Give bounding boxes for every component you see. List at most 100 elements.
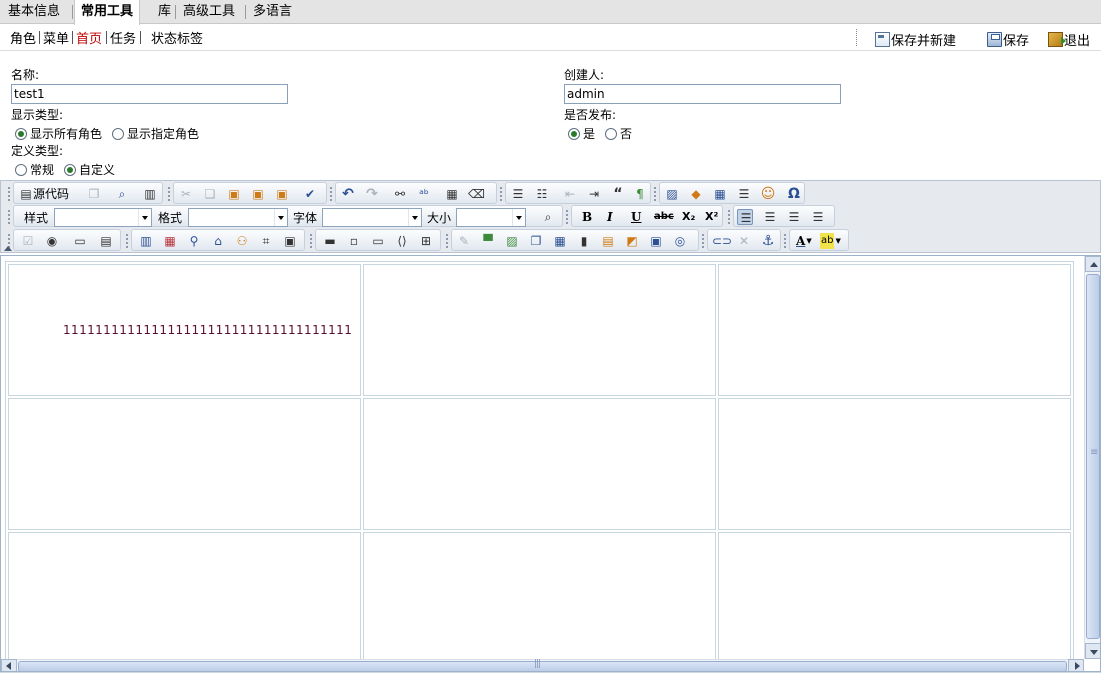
- insert-field1-button[interactable]: ▫: [346, 233, 362, 249]
- subscript-button[interactable]: X₂: [680, 209, 697, 225]
- table-cell[interactable]: [718, 264, 1071, 396]
- textarea-button[interactable]: ▤: [98, 233, 114, 249]
- insert-image-button[interactable]: ▨: [664, 186, 680, 202]
- radio-unchecked-icon[interactable]: [15, 163, 27, 176]
- maximize-button[interactable]: ⌕: [540, 209, 556, 225]
- insert-frame-widget-button[interactable]: ▣: [282, 233, 298, 249]
- radio-checked-icon[interactable]: [568, 127, 580, 140]
- insert-hr-widget-button[interactable]: ▬: [322, 233, 338, 249]
- save-button[interactable]: 保存: [987, 30, 1029, 49]
- numbered-list-button[interactable]: ☰: [510, 186, 526, 202]
- insert-home-widget-button[interactable]: ⌂: [210, 233, 226, 249]
- indent-button[interactable]: ⇥: [586, 186, 602, 202]
- radio-field-button[interactable]: ◉: [44, 233, 60, 249]
- insert-flash-button[interactable]: ◆: [688, 186, 704, 202]
- insert-code-button[interactable]: ⟨⟩: [394, 233, 410, 249]
- vertical-scrollbar[interactable]: [1084, 256, 1100, 659]
- format-dropdown[interactable]: [188, 208, 288, 227]
- horizontal-scrollbar[interactable]: [1, 659, 1084, 671]
- insert-list-widget-button[interactable]: ▥: [138, 233, 154, 249]
- name-input[interactable]: [11, 84, 288, 104]
- collapse-toolbar-icon[interactable]: [4, 246, 12, 251]
- copy-button[interactable]: ❏: [202, 186, 218, 202]
- insert-link-button[interactable]: ⊂⊃: [712, 233, 732, 249]
- insert-field2-button[interactable]: ▭: [370, 233, 386, 249]
- underline-button[interactable]: U: [629, 209, 643, 225]
- cut-button[interactable]: ✂: [178, 186, 194, 202]
- checkbox-field-button[interactable]: ☑: [20, 233, 36, 249]
- subnav-status-tags[interactable]: 状态标签: [151, 28, 203, 47]
- strikethrough-button[interactable]: abc: [652, 209, 676, 225]
- align-justify-button[interactable]: ☰: [810, 209, 826, 225]
- subnav-menu[interactable]: 菜单: [43, 28, 69, 47]
- align-left-button[interactable]: ☰: [737, 209, 753, 225]
- radio-checked-icon[interactable]: [64, 163, 77, 176]
- paste-word-button[interactable]: ▣: [274, 186, 290, 202]
- font-dropdown[interactable]: [322, 208, 422, 227]
- font-color-button[interactable]: A ▼: [794, 233, 814, 249]
- insert-link-widget-button[interactable]: ⚲: [186, 233, 202, 249]
- paste-text-button[interactable]: ▣: [250, 186, 266, 202]
- textfield-button[interactable]: ▭: [72, 233, 88, 249]
- outdent-button[interactable]: ⇤: [562, 186, 578, 202]
- bold-button[interactable]: B: [580, 209, 594, 225]
- horizontal-line-button[interactable]: ☰: [736, 186, 752, 202]
- subnav-role[interactable]: 角色: [10, 28, 36, 47]
- table-cell[interactable]: [718, 398, 1071, 530]
- replace-button[interactable]: ᵃᵇ: [416, 186, 432, 202]
- radio-checked-icon[interactable]: [15, 127, 27, 140]
- table-cell[interactable]: [363, 264, 716, 396]
- scroll-right-arrow-icon[interactable]: [1068, 659, 1084, 671]
- insert-grid-button[interactable]: ▦: [552, 233, 568, 249]
- size-dropdown[interactable]: [456, 208, 526, 227]
- undo-button[interactable]: ↶: [340, 186, 356, 202]
- content-table[interactable]: 111111111111111111111111111111111111: [5, 261, 1074, 667]
- exit-button[interactable]: 退出: [1048, 30, 1090, 49]
- select-all-button[interactable]: ▦: [444, 186, 460, 202]
- display-specified-roles-option[interactable]: 显示指定角色: [112, 125, 199, 142]
- insert-form-button[interactable]: ▤: [600, 233, 616, 249]
- spellcheck-button[interactable]: ✔: [302, 186, 318, 202]
- tab-library[interactable]: 库: [152, 0, 177, 24]
- table-cell[interactable]: 111111111111111111111111111111111111: [8, 264, 361, 396]
- scroll-left-arrow-icon[interactable]: [1, 659, 17, 671]
- insert-web-button[interactable]: ◎: [672, 233, 688, 249]
- unlink-button[interactable]: ✕: [736, 233, 752, 249]
- publish-yes-option[interactable]: 是: [568, 125, 595, 142]
- preview-button[interactable]: ⌕: [114, 186, 130, 202]
- insert-calendar-button[interactable]: ▦: [162, 233, 178, 249]
- paste-button[interactable]: ▣: [226, 186, 242, 202]
- tab-advanced-tools[interactable]: 高级工具: [177, 0, 241, 24]
- save-and-new-button[interactable]: 保存并新建: [875, 30, 956, 49]
- align-right-button[interactable]: ☰: [786, 209, 802, 225]
- anchor-button[interactable]: ⚓: [760, 233, 776, 249]
- attach-button[interactable]: ✎: [456, 233, 472, 249]
- blockquote-button[interactable]: “: [610, 186, 626, 202]
- templates-button[interactable]: ▥: [142, 186, 158, 202]
- radio-unchecked-icon[interactable]: [605, 127, 618, 140]
- highlight-color-button[interactable]: ab ▼: [818, 233, 843, 249]
- insert-picture-button[interactable]: ▨: [504, 233, 520, 249]
- insert-chat-button[interactable]: ▀: [480, 233, 496, 249]
- table-cell[interactable]: [363, 532, 716, 664]
- table-cell[interactable]: [8, 398, 361, 530]
- insert-video-button[interactable]: ▮: [576, 233, 592, 249]
- redo-button[interactable]: ↷: [364, 186, 380, 202]
- insert-chart-button[interactable]: ◩: [624, 233, 640, 249]
- table-cell[interactable]: [363, 398, 716, 530]
- scroll-down-arrow-icon[interactable]: [1085, 643, 1100, 659]
- style-dropdown[interactable]: [54, 208, 152, 227]
- tab-common-tools[interactable]: 常用工具: [74, 0, 141, 25]
- vertical-scroll-thumb[interactable]: [1086, 274, 1100, 639]
- text-direction-button[interactable]: ¶: [632, 186, 648, 202]
- italic-button[interactable]: I: [605, 209, 615, 225]
- tab-basic-info[interactable]: 基本信息: [2, 0, 66, 24]
- table-cell[interactable]: [8, 532, 361, 664]
- editor-content-area[interactable]: 111111111111111111111111111111111111: [0, 255, 1101, 672]
- define-custom-option[interactable]: 自定义: [64, 161, 115, 178]
- scroll-up-arrow-icon[interactable]: [1085, 256, 1100, 272]
- bulleted-list-button[interactable]: ☷: [534, 186, 550, 202]
- radio-unchecked-icon[interactable]: [112, 127, 125, 140]
- insert-dept-widget-button[interactable]: ⚇: [234, 233, 250, 249]
- save-page-button[interactable]: ❐: [86, 186, 102, 202]
